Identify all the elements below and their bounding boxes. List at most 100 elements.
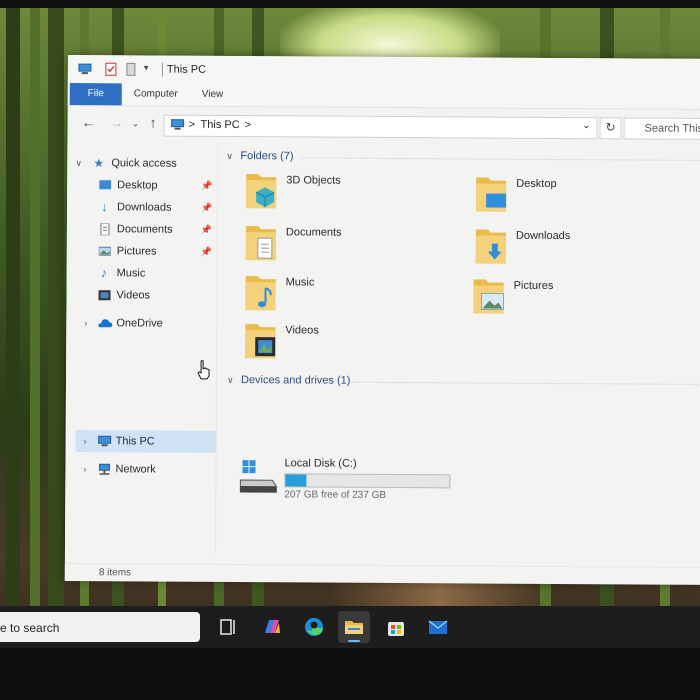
- taskbar: e to search: [0, 606, 700, 648]
- task-view-icon[interactable]: [212, 611, 244, 643]
- nav-item-desktop[interactable]: Desktop 📌: [97, 175, 215, 196]
- pin-icon[interactable]: 📌: [201, 242, 212, 262]
- network-icon: [98, 463, 111, 475]
- recent-locations-chevron-icon[interactable]: ⌄: [132, 118, 140, 129]
- bamboo-trunk: [6, 0, 20, 620]
- nav-label: Videos: [116, 289, 151, 302]
- properties-icon[interactable]: [104, 62, 118, 76]
- item-count: 8 items: [98, 567, 132, 579]
- breadcrumb-separator[interactable]: >: [189, 119, 196, 131]
- store-icon[interactable]: [380, 611, 412, 643]
- window-title: This PC: [166, 63, 207, 76]
- title-bar: ▾ This PC: [67, 55, 700, 87]
- folder-downloads[interactable]: Downloads: [474, 225, 674, 272]
- nav-item-pictures[interactable]: Pictures 📌: [97, 241, 215, 262]
- taskbar-search-box[interactable]: e to search: [0, 612, 200, 642]
- pictures-folder-icon: [473, 279, 505, 314]
- videos-folder-icon: [245, 324, 276, 359]
- group-divider: [351, 381, 700, 385]
- monitor-bezel: [0, 0, 700, 8]
- nav-item-videos[interactable]: Videos: [96, 285, 214, 306]
- chevron-right-icon[interactable]: ›: [83, 459, 86, 479]
- desktop-folder-icon: [476, 177, 507, 212]
- customize-quick-access-icon[interactable]: ▾: [144, 62, 158, 76]
- nav-label: Desktop: [117, 179, 158, 192]
- group-divider: [300, 157, 700, 161]
- back-arrow-icon[interactable]: ←: [82, 114, 96, 130]
- nav-item-music[interactable]: ♪ Music: [97, 263, 215, 284]
- nav-item-network[interactable]: › Network: [83, 459, 213, 480]
- this-pc-icon: [98, 435, 112, 447]
- nav-item-documents[interactable]: Documents 📌: [97, 219, 215, 240]
- edge-icon[interactable]: [298, 611, 330, 643]
- star-icon: ★: [93, 156, 105, 171]
- breadcrumb-separator[interactable]: >: [245, 119, 252, 131]
- up-arrow-icon[interactable]: ↑: [150, 114, 157, 130]
- copilot-icon[interactable]: [256, 611, 288, 643]
- documents-icon: [100, 223, 110, 236]
- folders-group-header[interactable]: Folders (7): [240, 150, 293, 162]
- folder-desktop[interactable]: Desktop: [474, 173, 674, 220]
- pin-icon[interactable]: 📌: [201, 220, 212, 240]
- drive-free-space: 207 GB free of 237 GB: [284, 489, 387, 501]
- chevron-down-icon[interactable]: ∨: [226, 151, 233, 162]
- tab-file[interactable]: File: [69, 83, 122, 106]
- search-input[interactable]: Search This PC: [623, 117, 700, 141]
- nav-item-this-pc[interactable]: › This PC: [84, 431, 214, 452]
- bamboo-trunk: [30, 0, 40, 620]
- nav-label: Pictures: [116, 245, 157, 258]
- downloads-folder-icon: [475, 229, 506, 264]
- mail-icon[interactable]: [422, 611, 454, 643]
- folder-label: Music: [285, 276, 315, 289]
- file-explorer-window: ▾ This PC File Computer View ← → ⌄ ↑ > T…: [64, 55, 700, 585]
- forward-arrow-icon[interactable]: →: [110, 114, 124, 130]
- 3d-objects-folder-icon: [246, 174, 277, 209]
- address-row: ← → ⌄ ↑ > This PC > ⌄ ↻ Search This PC: [67, 108, 700, 142]
- navigation-pane: ∨ ★ Quick access Desktop 📌 ↓ Downloads 📌…: [64, 142, 218, 554]
- drive-usage-bar: [284, 473, 451, 489]
- refresh-icon[interactable]: ↻: [599, 117, 622, 140]
- chevron-right-icon[interactable]: ›: [84, 431, 87, 451]
- tab-view[interactable]: View: [202, 84, 224, 106]
- content-pane: ∨ Folders (7) 3D Objects Desktop Documen…: [214, 143, 700, 557]
- nav-quick-access[interactable]: ∨ ★ Quick access: [75, 153, 215, 174]
- hand-cursor-icon: [197, 360, 210, 380]
- chevron-right-icon[interactable]: ›: [84, 313, 87, 333]
- new-folder-icon[interactable]: [124, 62, 138, 76]
- local-disk-icon: [239, 460, 277, 493]
- chevron-down-icon[interactable]: ∨: [227, 375, 234, 386]
- tab-computer[interactable]: Computer: [134, 83, 178, 105]
- folder-pictures[interactable]: Pictures: [471, 275, 671, 322]
- pin-icon[interactable]: 📌: [201, 176, 212, 196]
- nav-item-downloads[interactable]: ↓ Downloads 📌: [97, 197, 215, 218]
- folder-label: Downloads: [515, 229, 571, 243]
- address-dropdown-icon[interactable]: ⌄: [582, 120, 590, 131]
- folder-label: Pictures: [513, 279, 554, 292]
- folder-label: Desktop: [516, 177, 557, 190]
- folder-label: Videos: [285, 324, 319, 337]
- folder-3d-objects[interactable]: 3D Objects: [244, 170, 444, 217]
- taskbar-search-text: e to search: [0, 621, 60, 635]
- music-icon: ♪: [100, 265, 108, 281]
- file-explorer-icon[interactable]: [338, 611, 370, 643]
- address-bar[interactable]: > This PC > ⌄: [163, 114, 598, 140]
- ribbon-tabs: File Computer View: [67, 82, 700, 110]
- chevron-down-icon[interactable]: ∨: [75, 153, 82, 173]
- drives-group-header[interactable]: Devices and drives (1): [241, 374, 351, 387]
- pin-icon[interactable]: 📌: [201, 198, 212, 218]
- this-pc-icon: [78, 63, 92, 75]
- nav-item-onedrive[interactable]: › OneDrive: [84, 313, 214, 334]
- breadcrumb-this-pc[interactable]: This PC: [201, 119, 240, 131]
- nav-label: Downloads: [117, 201, 172, 214]
- music-folder-icon: [245, 276, 276, 311]
- folder-videos[interactable]: Videos: [243, 320, 443, 367]
- title-separator: [161, 62, 163, 77]
- drive-local-disk-c[interactable]: Local Disk (C:) 207 GB free of 237 GB: [236, 456, 466, 503]
- folder-music[interactable]: Music: [243, 272, 443, 319]
- onedrive-cloud-icon: [98, 319, 113, 328]
- nav-label: Quick access: [111, 157, 177, 170]
- folder-documents[interactable]: Documents: [244, 222, 444, 269]
- drive-name: Local Disk (C:): [284, 457, 357, 470]
- videos-icon: [98, 290, 111, 301]
- folder-label: Documents: [285, 226, 342, 239]
